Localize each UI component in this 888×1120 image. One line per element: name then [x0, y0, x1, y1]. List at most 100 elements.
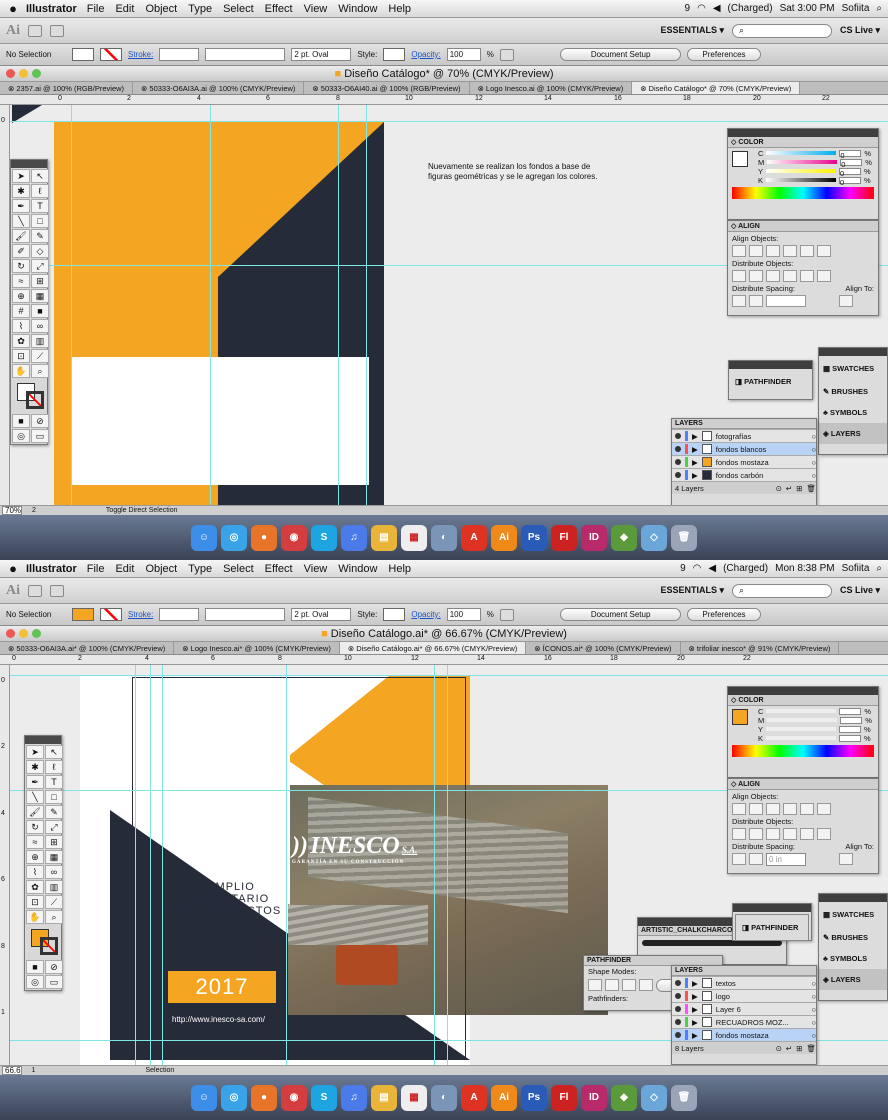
layer-row[interactable]: ▶ fotografías ○: [672, 429, 816, 442]
spacing-field[interactable]: [766, 295, 806, 307]
layer-name[interactable]: fondos carbón: [716, 471, 808, 480]
align-bottom-icon[interactable]: [817, 245, 831, 257]
cyan-value[interactable]: 0: [839, 149, 862, 160]
vertical-spacing-icon[interactable]: [732, 853, 746, 865]
carbon-bottom-bar[interactable]: [218, 485, 384, 505]
magenta-bar[interactable]: [767, 718, 838, 722]
align-top-icon[interactable]: [783, 245, 797, 257]
cyan-bar[interactable]: [766, 709, 837, 713]
align-center-icon[interactable]: [749, 803, 763, 815]
visibility-icon[interactable]: [675, 1032, 681, 1038]
graph-tool-icon[interactable]: ▥: [31, 334, 49, 348]
perspective-icon[interactable]: ▦: [31, 289, 49, 303]
distribute-top-icon[interactable]: [732, 828, 746, 840]
swatches-tab[interactable]: ▦ SWATCHES: [819, 356, 887, 381]
chrome-icon[interactable]: ◉: [281, 524, 307, 551]
itunes-icon[interactable]: ♫: [341, 524, 367, 551]
menu-select[interactable]: Select: [223, 3, 254, 15]
type-tool-icon[interactable]: T: [45, 775, 63, 789]
expand-icon[interactable]: ▶: [692, 458, 698, 467]
layer-name[interactable]: logo: [716, 992, 808, 1001]
color-panel-title[interactable]: ◇ COLOR: [728, 137, 878, 148]
menu-type[interactable]: Type: [188, 563, 212, 575]
magic-wand-icon[interactable]: ✱: [12, 184, 30, 198]
layer-row-selected[interactable]: ▶ fondos mostaza ○: [672, 1028, 816, 1041]
distribute-left-icon[interactable]: [783, 270, 797, 282]
pathfinder-tab[interactable]: ◨ PATHFINDER: [735, 914, 809, 941]
shape-builder-icon[interactable]: ⊕: [26, 850, 44, 864]
finder-icon[interactable]: ☺: [191, 1084, 217, 1111]
minus-front-icon[interactable]: [605, 979, 619, 991]
volume-icon[interactable]: ◀: [713, 3, 721, 14]
menu-object[interactable]: Object: [145, 563, 177, 575]
panel-header[interactable]: [733, 904, 811, 912]
stroke-box[interactable]: [26, 391, 44, 409]
align-right-icon[interactable]: [766, 803, 780, 815]
visibility-icon[interactable]: [675, 1019, 681, 1025]
firefox-icon[interactable]: ●: [251, 1084, 277, 1111]
menu-object[interactable]: Object: [145, 3, 177, 15]
yellow-bar[interactable]: [766, 727, 837, 731]
preferences-button[interactable]: Preferences: [687, 608, 761, 621]
panel-header[interactable]: [11, 160, 47, 168]
app-icon[interactable]: ◇: [641, 524, 667, 551]
layers-panel-title[interactable]: LAYERS: [672, 419, 816, 429]
apple-icon[interactable]: ●: [0, 561, 26, 576]
layer-row[interactable]: ▶ Layer 6 ○: [672, 1002, 816, 1015]
menu-help[interactable]: Help: [388, 563, 411, 575]
fill-swatch[interactable]: [72, 608, 94, 621]
close-window-button[interactable]: [6, 69, 15, 78]
distribute-bottom-icon[interactable]: [766, 270, 780, 282]
draw-mode-icon[interactable]: ◎: [26, 975, 44, 989]
arrange-documents-button[interactable]: [50, 24, 64, 37]
layer-name[interactable]: textos: [716, 979, 808, 988]
target-icon[interactable]: ○: [811, 458, 816, 467]
battery-status[interactable]: (Charged): [723, 563, 768, 574]
stroke-weight-field[interactable]: [159, 48, 200, 61]
layers-tab[interactable]: ◈ LAYERS: [819, 969, 887, 990]
opacity-link[interactable]: Opacity:: [411, 610, 440, 619]
locate-icon[interactable]: ⊙: [776, 1044, 782, 1053]
layer-row[interactable]: ▶ RECUADROS MOZ... ○: [672, 1015, 816, 1028]
magic-wand-icon[interactable]: ✱: [26, 760, 44, 774]
distribute-right-icon[interactable]: [817, 270, 831, 282]
black-slider[interactable]: K%: [758, 734, 874, 743]
distribute-vcenter-icon[interactable]: [749, 828, 763, 840]
help-search-input[interactable]: ⌕: [731, 23, 832, 38]
gradient-icon[interactable]: ■: [31, 304, 49, 318]
layer-row[interactable]: ▶ logo ○: [672, 989, 816, 1002]
apple-icon[interactable]: ●: [0, 1, 26, 16]
none-mode-icon[interactable]: ⊘: [31, 414, 49, 428]
pen-tool-icon[interactable]: ✒: [26, 775, 44, 789]
brushes-tab[interactable]: ✎ BRUSHES: [819, 927, 887, 948]
fill-stroke-widget[interactable]: [13, 381, 45, 411]
color-spectrum[interactable]: [732, 187, 874, 199]
workspace-switcher[interactable]: ESSENTIALS ▾: [660, 25, 724, 36]
recolor-button[interactable]: [499, 48, 514, 61]
cyan-slider[interactable]: C 0%: [758, 149, 874, 160]
panel-header[interactable]: [819, 894, 887, 902]
panel-header[interactable]: [25, 736, 61, 744]
wifi-icon[interactable]: ◠: [697, 3, 706, 14]
target-icon[interactable]: ○: [811, 1005, 816, 1014]
layer-row[interactable]: ▶ fondos mostaza ○: [672, 455, 816, 468]
magenta-value[interactable]: 0: [840, 158, 863, 169]
expand-icon[interactable]: ▶: [692, 445, 698, 454]
align-left-icon[interactable]: [732, 245, 746, 257]
minimize-window-button[interactable]: [19, 69, 28, 78]
layer-name[interactable]: fondos mostaza: [716, 458, 808, 467]
trash-icon[interactable]: 🗑: [671, 1084, 697, 1111]
horizontal-spacing-icon[interactable]: [749, 853, 763, 865]
opacity-field[interactable]: 100: [446, 608, 481, 621]
minimize-window-button[interactable]: [19, 629, 28, 638]
blob-brush-icon[interactable]: ✐: [12, 244, 30, 258]
swatches-tab[interactable]: ▦ SWATCHES: [819, 902, 887, 927]
rectangle-tool-icon[interactable]: □: [31, 214, 49, 228]
panel-header[interactable]: [819, 348, 887, 356]
line-tool-icon[interactable]: ╲: [26, 790, 44, 804]
opacity-field[interactable]: 100: [446, 48, 481, 61]
free-transform-icon[interactable]: ⊞: [31, 274, 49, 288]
align-top-icon[interactable]: [783, 803, 797, 815]
distribute-hcenter-icon[interactable]: [800, 270, 814, 282]
folder-icon[interactable]: ▤: [371, 1084, 397, 1111]
